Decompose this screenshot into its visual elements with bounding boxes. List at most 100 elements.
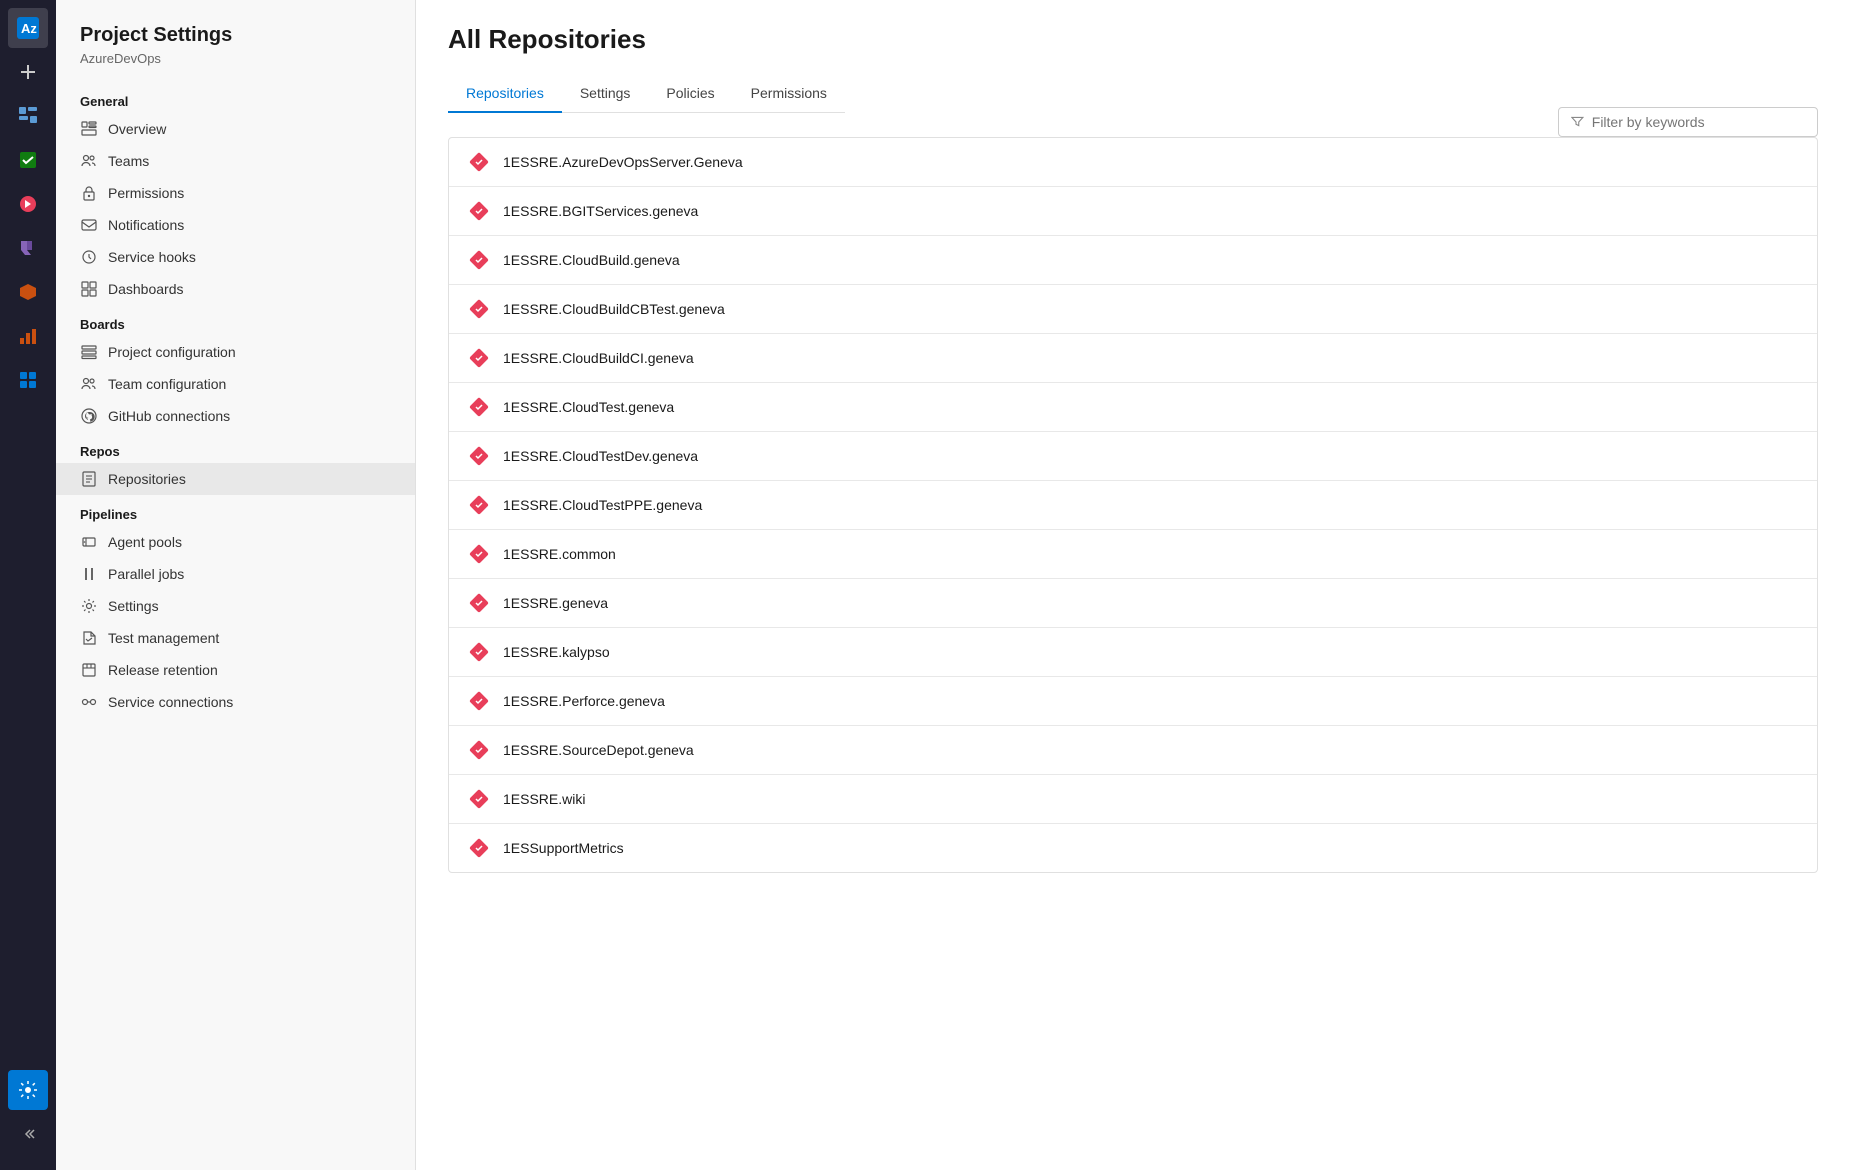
list-item[interactable]: 1ESSRE.CloudBuildCBTest.geneva: [449, 285, 1817, 334]
sidebar-item-parallel-jobs[interactable]: Parallel jobs: [56, 558, 415, 590]
list-item[interactable]: 1ESSRE.CloudTest.geneva: [449, 383, 1817, 432]
list-item[interactable]: 1ESSRE.common: [449, 530, 1817, 579]
repo-diamond-icon: [469, 397, 489, 417]
list-item[interactable]: 1ESSRE.Perforce.geneva: [449, 677, 1817, 726]
artifacts-nav-icon[interactable]: [8, 272, 48, 312]
release-retention-label: Release retention: [108, 662, 218, 678]
service-connections-icon: [80, 693, 98, 711]
repo-name: 1ESSRE.Perforce.geneva: [503, 693, 665, 709]
list-item[interactable]: 1ESSRE.CloudBuild.geneva: [449, 236, 1817, 285]
repositories-label: Repositories: [108, 471, 186, 487]
repo-name: 1ESSRE.kalypso: [503, 644, 610, 660]
repo-diamond-icon: [469, 201, 489, 221]
tab-settings[interactable]: Settings: [562, 75, 649, 113]
repo-diamond-icon: [469, 838, 489, 858]
list-item[interactable]: 1ESSRE.CloudTestPPE.geneva: [449, 481, 1817, 530]
teams-icon: [80, 152, 98, 170]
settings-nav-icon[interactable]: [8, 1070, 48, 1110]
sidebar-item-overview[interactable]: Overview: [56, 113, 415, 145]
sidebar-item-team-config[interactable]: Team configuration: [56, 368, 415, 400]
sidebar-item-dashboards[interactable]: Dashboards: [56, 273, 415, 305]
github-label: GitHub connections: [108, 408, 230, 424]
repo-diamond-icon: [469, 789, 489, 809]
repo-name: 1ESSRE.CloudBuildCI.geneva: [503, 350, 694, 366]
repo-name: 1ESSRE.CloudBuild.geneva: [503, 252, 680, 268]
svg-text:Az: Az: [21, 21, 37, 36]
filter-icon: [1571, 115, 1584, 129]
sidebar-item-agent-pools[interactable]: Agent pools: [56, 526, 415, 558]
checklist-nav-icon[interactable]: [8, 140, 48, 180]
team-config-label: Team configuration: [108, 376, 226, 392]
list-item[interactable]: 1ESSRE.BGITServices.geneva: [449, 187, 1817, 236]
sidebar-item-permissions[interactable]: Permissions: [56, 177, 415, 209]
repo-name: 1ESSRE.AzureDevOpsServer.Geneva: [503, 154, 743, 170]
repo-name: 1ESSRE.CloudTestDev.geneva: [503, 448, 698, 464]
repo-diamond-icon: [469, 642, 489, 662]
tab-permissions[interactable]: Permissions: [733, 75, 845, 113]
tabs-bar: Repositories Settings Policies Permissio…: [448, 75, 845, 113]
agent-pools-icon: [80, 533, 98, 551]
parallel-jobs-label: Parallel jobs: [108, 566, 184, 582]
repo-diamond-icon: [469, 250, 489, 270]
repo-name: 1ESSRE.CloudTestPPE.geneva: [503, 497, 702, 513]
list-item[interactable]: 1ESSRE.geneva: [449, 579, 1817, 628]
sidebar-item-project-config[interactable]: Project configuration: [56, 336, 415, 368]
sidebar-item-github[interactable]: GitHub connections: [56, 400, 415, 432]
azure-devops-home-icon[interactable]: Az: [8, 8, 48, 48]
add-icon[interactable]: [8, 52, 48, 92]
notifications-label: Notifications: [108, 217, 184, 233]
repo-diamond-icon: [469, 544, 489, 564]
dashboards-icon: [80, 280, 98, 298]
repo-name: 1ESSRE.wiki: [503, 791, 585, 807]
pipelines-nav-icon[interactable]: [8, 184, 48, 224]
repo-diamond-icon: [469, 446, 489, 466]
repo-name: 1ESSRE.SourceDepot.geneva: [503, 742, 694, 758]
sidebar-item-repositories[interactable]: Repositories: [56, 463, 415, 495]
list-item[interactable]: 1ESSupportMetrics: [449, 824, 1817, 872]
sidebar-item-service-connections[interactable]: Service connections: [56, 686, 415, 718]
list-item[interactable]: 1ESSRE.CloudBuildCI.geneva: [449, 334, 1817, 383]
tab-policies[interactable]: Policies: [648, 75, 732, 113]
parallel-jobs-icon: [80, 565, 98, 583]
main-page-title: All Repositories: [448, 24, 1818, 55]
extensions-nav-icon[interactable]: [8, 360, 48, 400]
sidebar-item-release-retention[interactable]: Release retention: [56, 654, 415, 686]
sidebar-item-settings[interactable]: Settings: [56, 590, 415, 622]
filter-input-wrap[interactable]: [1558, 107, 1818, 137]
test-management-label: Test management: [108, 630, 219, 646]
list-item[interactable]: 1ESSRE.kalypso: [449, 628, 1817, 677]
repo-diamond-icon: [469, 152, 489, 172]
boards-nav-icon[interactable]: [8, 96, 48, 136]
test-nav-icon[interactable]: [8, 228, 48, 268]
project-config-label: Project configuration: [108, 344, 236, 360]
section-repos: Repos: [56, 432, 415, 463]
repo-diamond-icon: [469, 495, 489, 515]
analytics-nav-icon[interactable]: [8, 316, 48, 356]
filter-keywords-input[interactable]: [1592, 114, 1805, 130]
service-connections-label: Service connections: [108, 694, 233, 710]
list-item[interactable]: 1ESSRE.SourceDepot.geneva: [449, 726, 1817, 775]
repo-diamond-icon: [469, 740, 489, 760]
repo-diamond-icon: [469, 593, 489, 613]
list-item[interactable]: 1ESSRE.wiki: [449, 775, 1817, 824]
sidebar-item-notifications[interactable]: Notifications: [56, 209, 415, 241]
repo-diamond-icon: [469, 348, 489, 368]
overview-label: Overview: [108, 121, 166, 137]
repo-name: 1ESSRE.CloudBuildCBTest.geneva: [503, 301, 725, 317]
list-item[interactable]: 1ESSRE.CloudTestDev.geneva: [449, 432, 1817, 481]
sidebar-item-test-management[interactable]: Test management: [56, 622, 415, 654]
tab-repositories[interactable]: Repositories: [448, 75, 562, 113]
repo-diamond-icon: [469, 299, 489, 319]
test-management-icon: [80, 629, 98, 647]
pipeline-settings-icon: [80, 597, 98, 615]
release-retention-icon: [80, 661, 98, 679]
team-config-icon: [80, 375, 98, 393]
repo-name: 1ESSRE.CloudTest.geneva: [503, 399, 674, 415]
sidebar-item-service-hooks[interactable]: Service hooks: [56, 241, 415, 273]
sidebar-item-teams[interactable]: Teams: [56, 145, 415, 177]
list-item[interactable]: 1ESSRE.AzureDevOpsServer.Geneva: [449, 138, 1817, 187]
collapse-icon[interactable]: [8, 1114, 48, 1154]
teams-label: Teams: [108, 153, 149, 169]
tabs-filter-bar: Repositories Settings Policies Permissio…: [448, 75, 1818, 137]
section-boards: Boards: [56, 305, 415, 336]
